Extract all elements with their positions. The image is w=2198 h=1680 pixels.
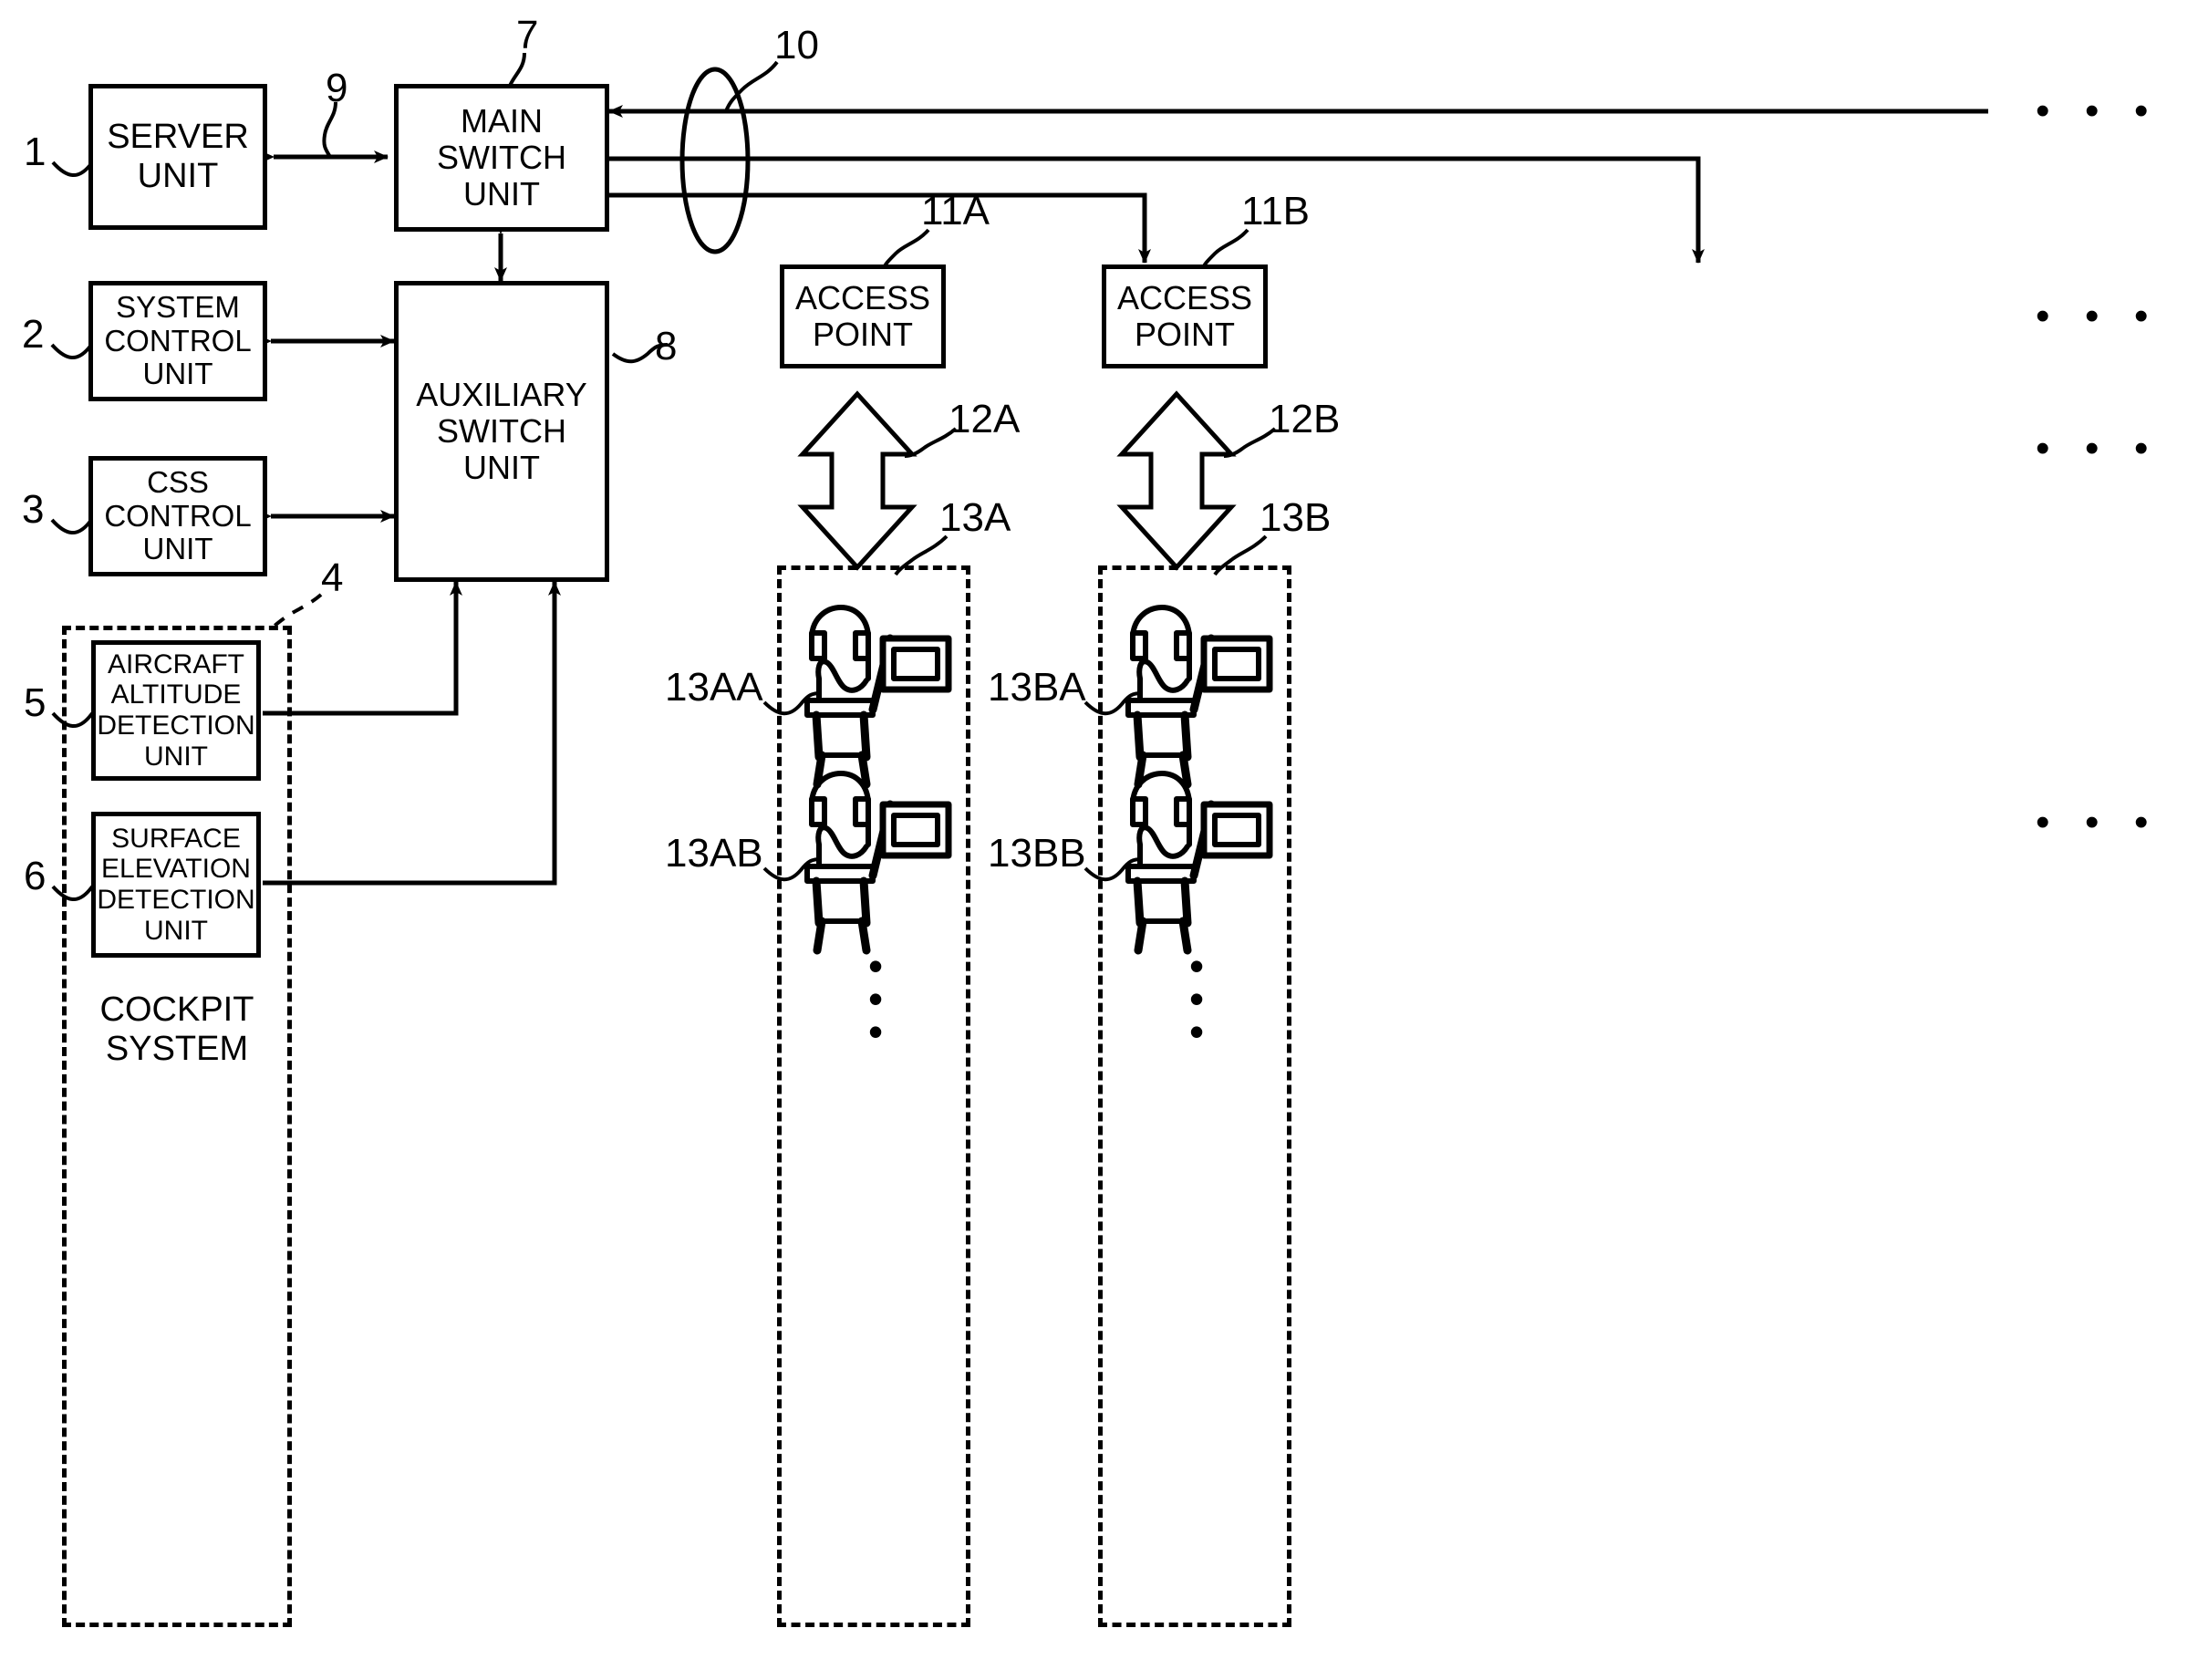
block-server-unit[interactable]: SERVER UNIT [88,84,267,230]
ref-1: 1 [24,130,47,174]
block-main-switch-unit[interactable]: MAIN SWITCH UNIT [394,84,609,232]
ref-6: 6 [24,854,47,898]
continuation-dots-top-right: • • • [2036,88,2161,133]
ref-13AA: 13AA [665,665,763,710]
block-aircraft-altitude-detection-unit[interactable]: AIRCRAFT ALTITUDE DETECTION UNIT [91,640,261,781]
seat-group-A-vertical-dots: • • • [867,942,884,1055]
seat-group-A [777,565,970,1627]
continuation-dots-wireless-row: • • • [2036,426,2161,471]
ref-4: 4 [321,555,344,600]
block-surface-elevation-detection-unit[interactable]: SURFACE ELEVATION DETECTION UNIT [91,812,261,958]
ref-13BA: 13BA [988,665,1086,710]
patent-figure: SERVER UNIT SYSTEM CONTROL UNIT CSS CONT… [0,0,2198,1680]
block-label: ACCESS POINT [794,278,931,353]
ref-12B: 12B [1269,397,1341,441]
ref-8: 8 [655,324,678,368]
ref-3: 3 [22,487,45,532]
ref-13B: 13B [1260,495,1332,540]
ref-9: 9 [326,66,348,110]
ref-5: 5 [24,680,47,725]
block-system-control-unit[interactable]: SYSTEM CONTROL UNIT [88,281,267,401]
continuation-dots-access-point-row: • • • [2036,294,2161,338]
block-label: SURFACE ELEVATION DETECTION UNIT [97,823,255,946]
ref-13A: 13A [939,495,1011,540]
block-access-point-b[interactable]: ACCESS POINT [1102,264,1268,368]
ref-13AB: 13AB [665,831,763,876]
block-label: SERVER UNIT [107,118,249,195]
ref-11B: 11B [1241,189,1311,233]
ref-11A: 11A [921,189,990,233]
ref-7: 7 [516,13,539,57]
cockpit-system-label: COCKPIT SYSTEM [99,990,254,1068]
ref-13BB: 13BB [988,831,1086,876]
block-auxiliary-switch-unit[interactable]: AUXILIARY SWITCH UNIT [394,281,609,582]
ref-10: 10 [774,23,819,67]
block-label: CSS CONTROL UNIT [104,464,252,566]
block-access-point-a[interactable]: ACCESS POINT [780,264,946,368]
block-label: AUXILIARY SWITCH UNIT [416,375,587,487]
seat-group-B-vertical-dots: • • • [1188,942,1205,1055]
block-label: ACCESS POINT [1116,278,1253,353]
block-label: MAIN SWITCH UNIT [437,101,566,213]
block-label: SYSTEM CONTROL UNIT [104,289,252,391]
ref-12A: 12A [949,397,1021,441]
block-css-control-unit[interactable]: CSS CONTROL UNIT [88,456,267,576]
continuation-dots-seat-row: • • • [2036,800,2161,845]
ref-2: 2 [22,312,45,357]
block-label: AIRCRAFT ALTITUDE DETECTION UNIT [97,648,255,772]
seat-group-B [1098,565,1291,1627]
